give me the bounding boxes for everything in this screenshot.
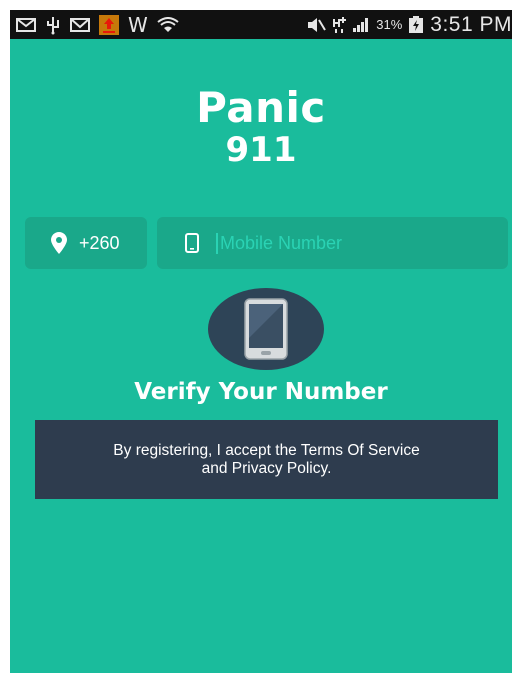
- app-title-number: 911: [225, 130, 297, 170]
- mobile-number-input[interactable]: [216, 232, 500, 254]
- gmail-icon: [70, 15, 90, 35]
- terms-line-2: and Privacy Policy.: [201, 459, 332, 477]
- verify-number-label[interactable]: Verify Your Number: [10, 379, 512, 405]
- w-icon: W: [128, 12, 148, 37]
- location-pin-icon: [51, 232, 67, 254]
- status-bar-right: 31% 3:51 PM: [306, 10, 512, 39]
- app-title: Panic: [196, 83, 326, 132]
- country-code-selector[interactable]: +260: [25, 217, 147, 269]
- mobile-phone-icon: [185, 233, 199, 253]
- mobile-number-field[interactable]: [157, 217, 508, 269]
- email-icon: [16, 15, 36, 35]
- mute-icon: [306, 15, 327, 35]
- terms-notice[interactable]: By registering, I accept the Terms Of Se…: [35, 420, 498, 499]
- upload-notification-icon: [99, 14, 119, 35]
- status-bar: W 31% 3:51 PM: [10, 10, 512, 39]
- app-screen: W 31% 3:51 PM Panic 911 +260 Mobile Numb…: [10, 10, 512, 673]
- signal-icon: [352, 15, 370, 35]
- battery-percentage: 31%: [376, 17, 403, 32]
- verify-button[interactable]: [208, 288, 324, 370]
- usb-icon: [45, 15, 61, 35]
- clock: 3:51 PM: [430, 12, 512, 36]
- hplus-icon: [332, 15, 347, 35]
- smartphone-icon: [244, 298, 288, 360]
- terms-line-1: By registering, I accept the Terms Of Se…: [113, 441, 420, 459]
- battery-charging-icon: [408, 15, 424, 35]
- wifi-icon: [157, 15, 179, 35]
- country-code-label: +260: [79, 232, 120, 253]
- status-bar-left: W: [10, 12, 179, 37]
